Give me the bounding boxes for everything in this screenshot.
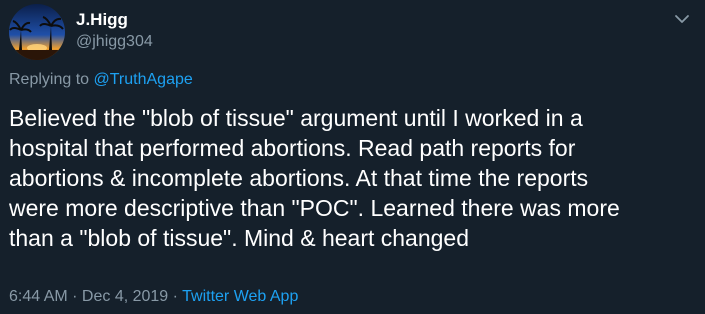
replying-to: Replying to @TruthAgape bbox=[9, 70, 193, 90]
tweet-timestamp[interactable]: 6:44 AM · Dec 4, 2019 bbox=[9, 288, 168, 305]
avatar[interactable] bbox=[9, 4, 65, 60]
author-block: J.Higg @jhigg304 bbox=[76, 9, 153, 53]
tweet-meta: 6:44 AM · Dec 4, 2019 · Twitter Web App bbox=[9, 287, 298, 307]
display-name[interactable]: J.Higg bbox=[76, 9, 153, 31]
tweet-source-link[interactable]: Twitter Web App bbox=[182, 288, 298, 305]
meta-separator: · bbox=[168, 288, 183, 305]
tweet-card: J.Higg @jhigg304 Replying to @TruthAgape… bbox=[0, 0, 705, 314]
user-handle[interactable]: @jhigg304 bbox=[76, 31, 153, 53]
avatar-image bbox=[9, 4, 65, 60]
tweet-text: Believed the "blob of tissue" argument u… bbox=[9, 105, 620, 251]
replying-prefix: Replying to bbox=[9, 71, 94, 88]
reply-mention-link[interactable]: @TruthAgape bbox=[94, 71, 193, 88]
chevron-down-icon[interactable] bbox=[673, 10, 691, 28]
